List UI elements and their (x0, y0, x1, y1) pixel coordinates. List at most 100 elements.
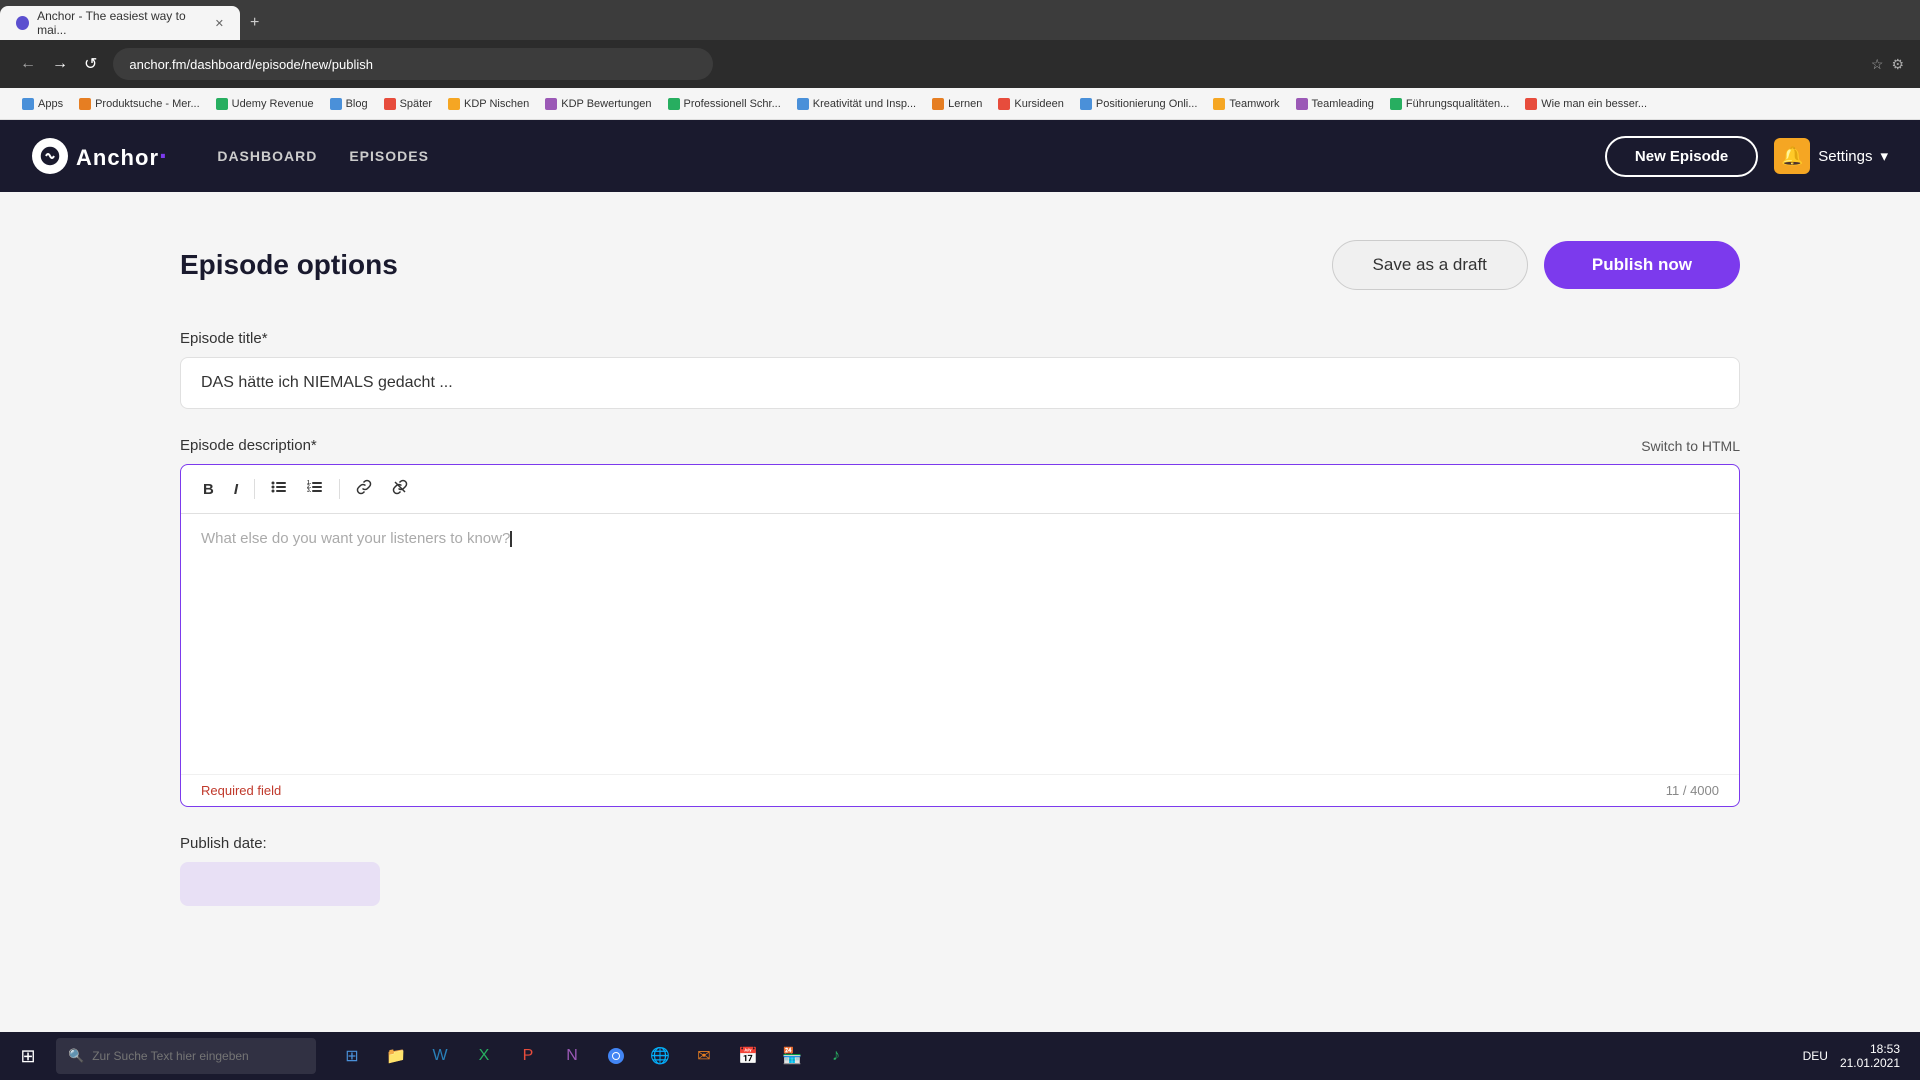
browser-address-bar: ← → ↺ ☆ ⚙ (0, 40, 1920, 88)
nav-dashboard[interactable]: DASHBOARD (217, 148, 317, 164)
taskbar-app-onenote[interactable]: N (552, 1036, 592, 1076)
taskbar-lang: DEU (1803, 1049, 1828, 1063)
settings-icon: 🔔 (1774, 138, 1810, 174)
taskbar-time-display: 18:53 (1840, 1042, 1900, 1056)
bookmark-9[interactable]: Lernen (926, 96, 988, 112)
taskbar-apps: ⊞ 📁 W X P N 🌐 ✉ 📅 🏪 ♪ (332, 1036, 856, 1076)
nav-links: DASHBOARD EPISODES (217, 148, 429, 164)
bookmark-teamwork[interactable]: Teamwork (1207, 96, 1285, 112)
publish-date-input[interactable] (180, 862, 380, 906)
browser-chrome: Anchor - The easiest way to mai... ✕ + ←… (0, 0, 1920, 120)
description-placeholder: What else do you want your listeners to … (201, 530, 510, 547)
episode-description-group: Episode description* Switch to HTML B I (180, 437, 1740, 807)
bookmarks-bar: Apps Produktsuche - Mer... Udemy Revenue… (0, 88, 1920, 120)
bookmark-11[interactable]: Positionierung Onli... (1074, 96, 1204, 112)
app-logo[interactable]: Anchor· (32, 138, 169, 174)
address-bar-input[interactable] (113, 48, 713, 80)
bold-button[interactable]: B (195, 477, 222, 502)
publish-now-button[interactable]: Publish now (1544, 241, 1740, 289)
bookmark-15[interactable]: Wie man ein besser... (1519, 96, 1653, 112)
description-header: Episode description* Switch to HTML (180, 437, 1740, 454)
bookmark-apps[interactable]: Apps (16, 96, 69, 112)
settings-button[interactable]: 🔔 Settings ▾ (1774, 138, 1888, 174)
taskbar-app-explorer[interactable]: 📁 (376, 1036, 416, 1076)
new-episode-button[interactable]: New Episode (1605, 136, 1758, 177)
taskbar-app-edge[interactable]: 🌐 (640, 1036, 680, 1076)
tab-favicon (16, 16, 29, 30)
char-count: 11 / 4000 (1666, 783, 1719, 798)
forward-button[interactable]: → (48, 51, 72, 77)
main-content: Episode options Save as a draft Publish … (0, 192, 1920, 1080)
bookmark-4[interactable]: Später (378, 96, 438, 112)
bookmark-8[interactable]: Kreativität und Insp... (791, 96, 922, 112)
page-header: Episode options Save as a draft Publish … (180, 240, 1740, 290)
browser-action-buttons: ☆ ⚙ (1871, 56, 1904, 73)
tab-close-button[interactable]: ✕ (215, 17, 224, 30)
browser-tab-active[interactable]: Anchor - The easiest way to mai... ✕ (0, 6, 240, 40)
bookmark-5[interactable]: KDP Nischen (442, 96, 535, 112)
app-navigation: Anchor· DASHBOARD EPISODES New Episode 🔔… (0, 120, 1920, 192)
publish-date-label: Publish date: (180, 835, 1740, 852)
unlink-button[interactable] (384, 475, 416, 503)
header-actions: Save as a draft Publish now (1332, 240, 1740, 290)
text-cursor (510, 531, 512, 547)
nav-right: New Episode 🔔 Settings ▾ (1605, 136, 1888, 177)
taskbar-app-store[interactable]: 🏪 (772, 1036, 812, 1076)
bookmark-1[interactable]: Produktsuche - Mer... (73, 96, 206, 112)
bookmark-button[interactable]: ☆ (1871, 56, 1884, 73)
taskbar-search-input[interactable] (92, 1049, 292, 1063)
taskbar-app-word[interactable]: W (420, 1036, 460, 1076)
bookmark-13[interactable]: Teamleading (1290, 96, 1380, 112)
taskbar-search[interactable]: 🔍 (56, 1038, 316, 1074)
search-icon: 🔍 (68, 1048, 84, 1064)
bookmark-7[interactable]: Professionell Schr... (662, 96, 787, 112)
windows-start-button[interactable]: ⊞ (8, 1036, 48, 1076)
bookmark-2[interactable]: Udemy Revenue (210, 96, 320, 112)
publish-date-group: Publish date: (180, 835, 1740, 906)
ordered-list-button[interactable]: 1. 2. 3. (299, 475, 331, 503)
taskbar-app-spotify[interactable]: ♪ (816, 1036, 856, 1076)
taskbar: ⊞ 🔍 ⊞ 📁 W X P N 🌐 ✉ 📅 🏪 ♪ DEU 18:53 21.0… (0, 1032, 1920, 1080)
description-editor-body[interactable]: What else do you want your listeners to … (181, 514, 1739, 774)
taskbar-app-email[interactable]: ✉ (684, 1036, 724, 1076)
taskbar-app-chrome[interactable] (596, 1036, 636, 1076)
episode-title-label: Episode title* (180, 330, 1740, 347)
extensions-button[interactable]: ⚙ (1891, 56, 1904, 73)
taskbar-right: DEU 18:53 21.01.2021 (1803, 1042, 1912, 1070)
required-field-label: Required field (201, 783, 281, 798)
episode-title-group: Episode title* (180, 330, 1740, 409)
taskbar-app-excel[interactable]: X (464, 1036, 504, 1076)
description-editor[interactable]: B I 1. 2. 3. (180, 464, 1740, 807)
taskbar-app-taskview[interactable]: ⊞ (332, 1036, 372, 1076)
bookmark-3[interactable]: Blog (324, 96, 374, 112)
link-button[interactable] (348, 475, 380, 503)
logo-text: Anchor· (76, 140, 169, 172)
toolbar-divider-2 (339, 479, 340, 499)
new-tab-button[interactable]: + (240, 14, 269, 32)
italic-button[interactable]: I (226, 477, 246, 502)
taskbar-app-powerpoint[interactable]: P (508, 1036, 548, 1076)
settings-label: Settings (1818, 148, 1872, 165)
browser-tab-bar: Anchor - The easiest way to mai... ✕ + (0, 0, 1920, 40)
bookmark-14[interactable]: Führungsqualitäten... (1384, 96, 1515, 112)
editor-footer: Required field 11 / 4000 (181, 774, 1739, 806)
unordered-list-button[interactable] (263, 475, 295, 503)
taskbar-clock: 18:53 21.01.2021 (1840, 1042, 1900, 1070)
taskbar-app-calendar[interactable]: 📅 (728, 1036, 768, 1076)
nav-episodes[interactable]: EPISODES (349, 148, 429, 164)
back-button[interactable]: ← (16, 51, 40, 77)
episode-title-input[interactable] (180, 357, 1740, 409)
switch-html-button[interactable]: Switch to HTML (1641, 438, 1740, 454)
reload-button[interactable]: ↺ (80, 50, 101, 78)
settings-chevron-icon: ▾ (1880, 147, 1888, 165)
page-title: Episode options (180, 249, 398, 281)
browser-nav-buttons: ← → ↺ (16, 50, 101, 78)
episode-description-label: Episode description* (180, 437, 317, 454)
taskbar-date-display: 21.01.2021 (1840, 1056, 1900, 1070)
save-draft-button[interactable]: Save as a draft (1332, 240, 1528, 290)
bookmark-10[interactable]: Kursideen (992, 96, 1070, 112)
tab-title: Anchor - The easiest way to mai... (37, 9, 207, 37)
editor-toolbar: B I 1. 2. 3. (181, 465, 1739, 514)
bookmark-6[interactable]: KDP Bewertungen (539, 96, 657, 112)
svg-text:3.: 3. (307, 488, 312, 494)
